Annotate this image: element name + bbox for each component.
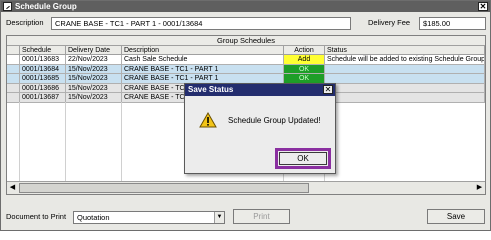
print-button[interactable]: Print <box>233 209 290 224</box>
description-field[interactable]: CRANE BASE - TC1 - PART 1 - 0001/13684 <box>51 17 351 30</box>
column-header-description[interactable]: Description <box>122 46 284 55</box>
delivery-fee-field[interactable]: $185.00 <box>419 17 486 30</box>
row-selector[interactable] <box>7 74 20 84</box>
scroll-left-icon[interactable]: ◀ <box>7 182 18 194</box>
schedule-cell: 0001/13686 <box>20 83 66 93</box>
title-bar: Schedule Group ✕ <box>1 1 490 12</box>
group-schedules-header: Group Schedules <box>7 36 485 46</box>
window-title: Schedule Group <box>15 2 77 11</box>
scroll-right-icon[interactable]: ▶ <box>474 182 485 194</box>
delivery-date-cell: 15/Nov/2023 <box>66 83 122 93</box>
horizontal-scrollbar[interactable]: ◀ ▶ <box>7 181 485 194</box>
grid-column-headers: Schedule Delivery Date Description Actio… <box>7 46 485 55</box>
column-header-status[interactable]: Status <box>325 46 485 55</box>
save-button[interactable]: Save <box>427 209 485 224</box>
table-row[interactable]: 0001/13684 15/Nov/2023 CRANE BASE - TC1 … <box>7 64 485 74</box>
column-header-action[interactable]: Action <box>284 46 325 55</box>
status-cell <box>325 74 485 84</box>
document-to-print-select[interactable]: Quotation ▼ <box>73 211 225 224</box>
schedule-cell: 0001/13684 <box>20 64 66 74</box>
status-cell: Schedule will be added to existing Sched… <box>325 55 485 65</box>
schedule-cell: 0001/13685 <box>20 74 66 84</box>
description-cell: Cash Sale Schedule <box>122 55 284 65</box>
dialog-message: Schedule Group Updated! <box>228 116 321 125</box>
close-button[interactable]: ✕ <box>478 2 488 11</box>
save-status-dialog: Save Status ✕ Schedule Group Updated! OK <box>184 83 336 174</box>
dialog-close-button[interactable]: ✕ <box>323 85 333 94</box>
status-cell <box>325 64 485 74</box>
delivery-fee-label: Delivery Fee <box>368 18 411 27</box>
schedule-cell: 0001/13683 <box>20 55 66 65</box>
delivery-date-cell: 15/Nov/2023 <box>66 74 122 84</box>
row-selector[interactable] <box>7 83 20 93</box>
document-to-print-label: Document to Print <box>6 212 67 221</box>
scrollbar-thumb[interactable] <box>19 183 309 193</box>
warning-icon <box>199 112 217 128</box>
action-cell[interactable]: Add <box>284 55 325 65</box>
column-header-delivery-date[interactable]: Delivery Date <box>66 46 122 55</box>
action-cell[interactable]: OK <box>284 64 325 74</box>
delivery-date-cell: 22/Nov/2023 <box>66 55 122 65</box>
table-row[interactable]: 0001/13683 22/Nov/2023 Cash Sale Schedul… <box>7 55 485 65</box>
row-selector[interactable] <box>7 64 20 74</box>
status-cell <box>325 83 485 93</box>
dialog-title: Save Status <box>185 84 335 96</box>
row-selector[interactable] <box>7 55 20 65</box>
edit-icon <box>3 2 12 11</box>
description-cell: CRANE BASE - TC1 - PART 1 <box>122 64 284 74</box>
column-header-schedule[interactable]: Schedule <box>20 46 66 55</box>
delivery-date-cell: 15/Nov/2023 <box>66 64 122 74</box>
chevron-down-icon[interactable]: ▼ <box>214 212 224 223</box>
description-label: Description <box>6 18 44 27</box>
row-selector-header <box>7 46 20 55</box>
ok-button[interactable]: OK <box>279 152 327 165</box>
document-to-print-value: Quotation <box>77 213 110 222</box>
